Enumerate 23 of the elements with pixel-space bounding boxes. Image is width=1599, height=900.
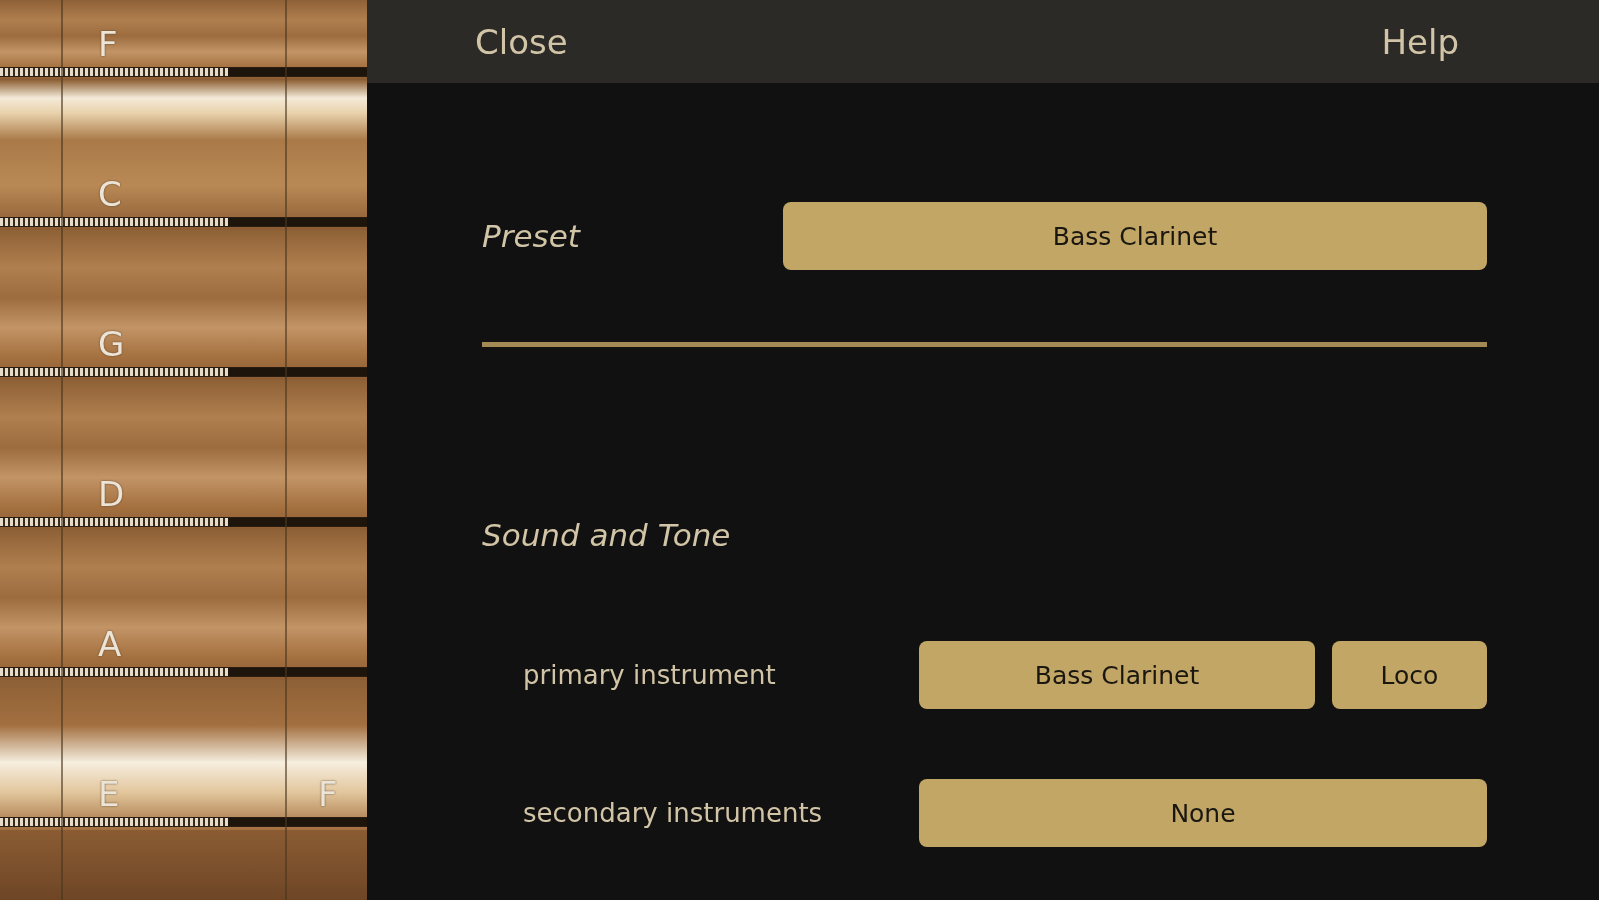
setting-label: secondary instruments — [523, 798, 824, 828]
help-button[interactable]: Help — [1381, 21, 1459, 62]
option-button[interactable]: None — [919, 779, 1487, 847]
note-label: F — [318, 775, 338, 813]
note-label: E — [98, 775, 120, 813]
preset-label: Preset — [482, 218, 582, 254]
section-title: Sound and Tone — [482, 517, 732, 553]
string[interactable] — [0, 667, 367, 677]
option-button[interactable]: Bass Clarinet — [919, 641, 1315, 709]
note-label: A — [98, 625, 122, 663]
string[interactable] — [0, 217, 367, 227]
note-label: D — [98, 475, 125, 513]
string[interactable] — [0, 817, 367, 827]
close-button[interactable]: Close — [475, 21, 568, 62]
string[interactable] — [0, 67, 367, 77]
setting-label: primary instrument — [523, 660, 777, 690]
string[interactable] — [0, 517, 367, 527]
note-label: G — [98, 325, 125, 363]
preset-button[interactable]: Bass Clarinet — [783, 202, 1487, 270]
string[interactable] — [0, 367, 367, 377]
option-button[interactable]: Loco — [1332, 641, 1487, 709]
note-label: C — [98, 175, 122, 213]
note-label: F — [98, 25, 118, 63]
